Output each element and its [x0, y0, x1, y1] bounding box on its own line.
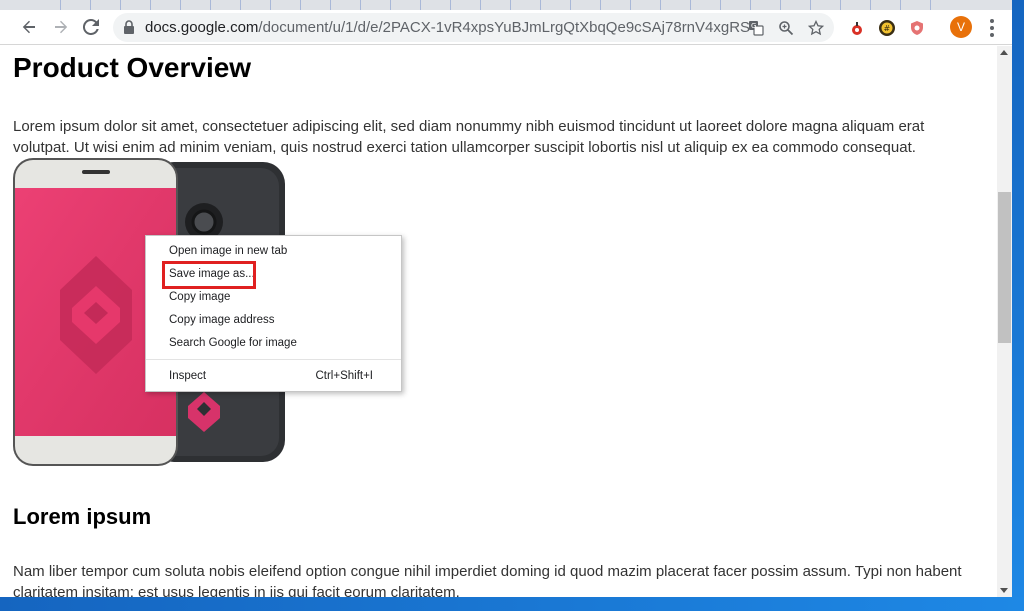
translate-icon[interactable]: G [746, 18, 766, 38]
menu-item-label: Search Google for image [169, 337, 297, 349]
desktop-background [1012, 0, 1024, 611]
menu-item-shortcut: Ctrl+Shift+I [315, 370, 373, 382]
menu-item-open-image-new-tab[interactable]: Open image in new tab [146, 241, 401, 263]
three-dot-menu-icon[interactable] [983, 18, 1001, 38]
url-text[interactable]: docs.google.com/document/u/1/d/e/2PACX-1… [145, 19, 750, 36]
menu-divider [146, 359, 401, 360]
star-icon[interactable] [806, 18, 826, 38]
lock-icon[interactable] [123, 20, 135, 40]
scroll-up-arrow-icon[interactable] [1000, 50, 1008, 55]
menu-item-label: Inspect [169, 370, 207, 382]
back-arrow-icon[interactable] [16, 14, 42, 40]
menu-item-label: Copy image address [169, 314, 275, 326]
forward-arrow-icon[interactable] [48, 14, 74, 40]
browser-window: docs.google.com/document/u/1/d/e/2PACX-1… [0, 0, 1012, 597]
page-title: Product Overview [13, 52, 252, 83]
extension-icon[interactable] [848, 18, 868, 38]
highlight-annotation [162, 261, 256, 289]
extension-icon[interactable]: # [877, 18, 897, 38]
section-heading: Lorem ipsum [13, 504, 152, 529]
avatar[interactable]: V [950, 16, 972, 38]
menu-item-copy-image[interactable]: Copy image [146, 287, 401, 309]
svg-text:#: # [884, 24, 891, 33]
context-menu: Open image in new tab Save image as... C… [145, 235, 402, 392]
browser-toolbar: docs.google.com/document/u/1/d/e/2PACX-1… [0, 10, 1012, 45]
body-paragraph: Lorem ipsum dolor sit amet, consectetuer… [13, 118, 925, 156]
url-host: docs.google.com [145, 19, 259, 36]
menu-item-search-google-for-image[interactable]: Search Google for image [146, 333, 401, 355]
menu-item-copy-image-address[interactable]: Copy image address [146, 310, 401, 332]
svg-text:G: G [751, 22, 756, 30]
scroll-down-arrow-icon[interactable] [1000, 588, 1008, 593]
menu-item-label: Open image in new tab [169, 245, 288, 257]
menu-item-label: Copy image [169, 291, 231, 303]
menu-item-inspect[interactable]: Inspect Ctrl+Shift+I [146, 366, 401, 388]
url-path: /document/u/1/d/e/2PACX-1vR4xpsYuBJmLrgQ… [258, 19, 750, 36]
zoom-icon[interactable] [776, 18, 796, 38]
scroll-thumb[interactable] [998, 192, 1011, 343]
address-bar[interactable]: docs.google.com/document/u/1/d/e/2PACX-1… [113, 13, 834, 42]
vertical-scrollbar[interactable] [997, 46, 1012, 597]
extension-icon[interactable] [907, 18, 927, 38]
body-paragraph: Nam liber tempor cum soluta nobis eleife… [13, 563, 962, 597]
tab-strip[interactable] [0, 0, 1012, 10]
reload-icon[interactable] [78, 14, 104, 40]
desktop-background [0, 597, 1024, 611]
